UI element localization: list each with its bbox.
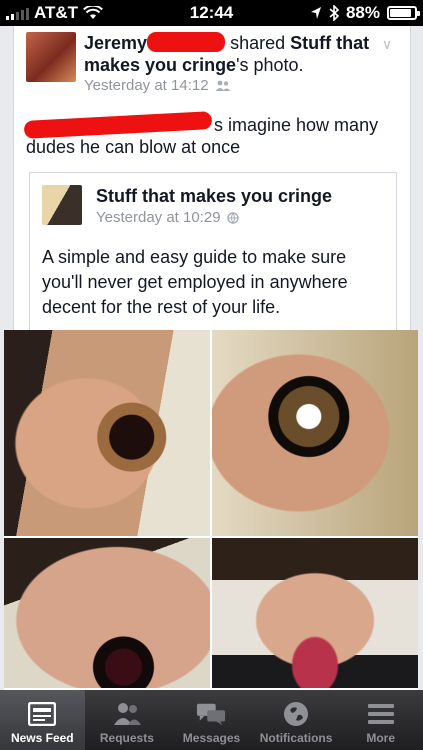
status-bar: AT&T 12:44 88%	[0, 0, 423, 26]
status-right: 88%	[310, 3, 420, 23]
messages-icon	[196, 701, 226, 727]
globe-public-icon	[226, 211, 239, 224]
author-avatar[interactable]	[26, 32, 76, 82]
action-text: shared	[230, 33, 286, 53]
post-status-text: s imagine how many dudes he can blow at …	[26, 115, 379, 157]
shared-timestamp[interactable]: Yesterday at 10:29	[96, 209, 221, 226]
photo-2[interactable]	[212, 330, 418, 536]
tab-more[interactable]: More	[338, 690, 423, 750]
more-icon	[366, 701, 396, 727]
shared-post-meta: Yesterday at 10:29	[96, 209, 239, 226]
friends-audience-icon	[215, 80, 231, 91]
tab-label: Messages	[182, 731, 241, 745]
tab-messages[interactable]: Messages	[169, 690, 254, 750]
tab-news-feed[interactable]: News Feed	[0, 690, 85, 750]
photo-1[interactable]	[4, 330, 210, 536]
chevron-down-icon[interactable]: ∨	[378, 36, 396, 54]
photo-4[interactable]	[212, 538, 418, 688]
redacted-name	[147, 32, 226, 52]
notifications-icon	[281, 701, 311, 727]
photo-grid[interactable]	[4, 330, 418, 690]
requests-icon	[112, 701, 142, 727]
post-timestamp[interactable]: Yesterday at 14:12	[84, 77, 209, 94]
tab-label: Requests	[99, 731, 154, 745]
location-arrow-icon	[310, 7, 321, 19]
author-name[interactable]: Jeremy	[84, 33, 147, 53]
tab-label: News Feed	[10, 731, 74, 745]
tab-bar: News Feed Requests Messages Notification…	[0, 690, 423, 750]
tab-label: Notifications	[259, 731, 333, 745]
tab-requests[interactable]: Requests	[85, 690, 170, 750]
battery-icon	[387, 6, 420, 20]
post-header: Jeremy shared Stuff that makes you cring…	[84, 32, 374, 76]
page-avatar[interactable]	[42, 185, 82, 225]
shared-post-text: A simple and easy guide to make sure you…	[42, 247, 348, 317]
bluetooth-icon	[329, 5, 339, 21]
page-name[interactable]: Stuff that makes you cringe	[96, 186, 332, 207]
tab-label: More	[366, 731, 395, 745]
tab-notifications[interactable]: Notifications	[254, 690, 339, 750]
post-meta: Yesterday at 14:12	[84, 77, 231, 94]
shared-suffix: 's photo.	[236, 55, 304, 75]
photo-3[interactable]	[4, 538, 210, 688]
battery-percent: 88%	[345, 3, 380, 22]
news-feed-icon	[27, 701, 57, 727]
